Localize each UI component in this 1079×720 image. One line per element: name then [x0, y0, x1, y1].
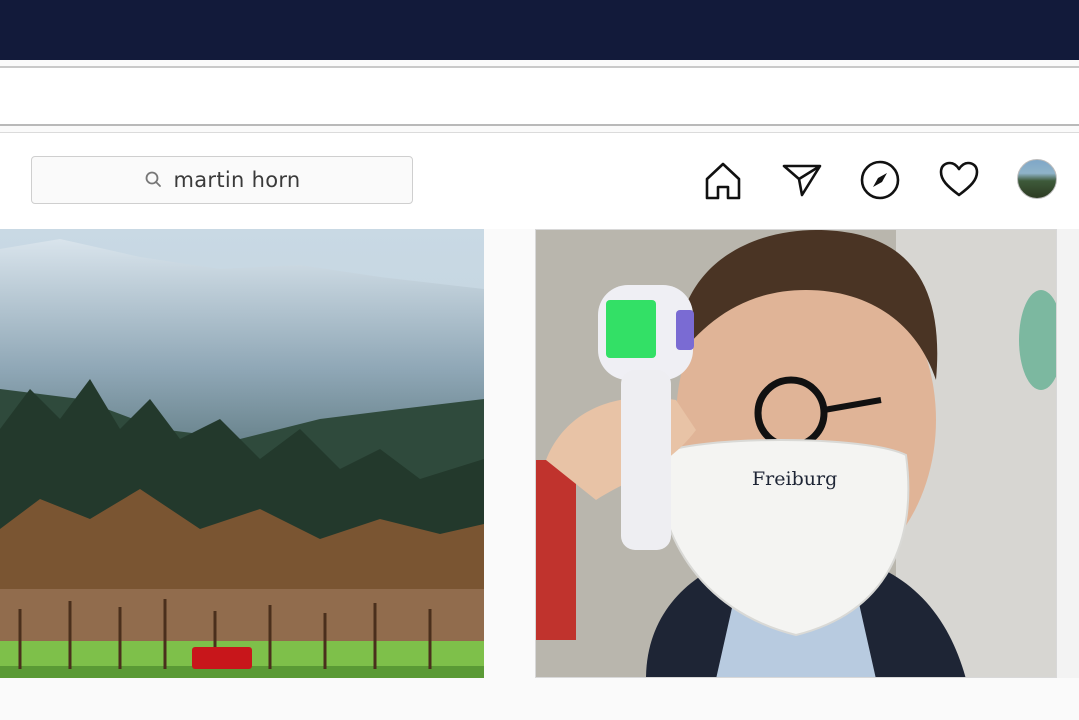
- search-box[interactable]: martin horn: [31, 156, 413, 204]
- search-query: martin horn: [173, 168, 301, 192]
- browser-address-bar[interactable]: [0, 66, 1079, 126]
- profile-avatar[interactable]: [1017, 159, 1057, 199]
- explore-compass-icon[interactable]: [858, 158, 902, 202]
- search-icon: [143, 169, 165, 191]
- direct-send-icon[interactable]: [780, 158, 824, 202]
- mask-logo-text: Freiburg: [752, 468, 837, 490]
- browser-top-bar: [0, 0, 1079, 60]
- home-icon[interactable]: [701, 158, 745, 202]
- post-image-landscape[interactable]: [0, 229, 484, 678]
- post-image-portrait[interactable]: Freiburg: [535, 229, 1057, 678]
- next-post-edge: [1057, 229, 1079, 678]
- activity-heart-icon[interactable]: [937, 158, 981, 202]
